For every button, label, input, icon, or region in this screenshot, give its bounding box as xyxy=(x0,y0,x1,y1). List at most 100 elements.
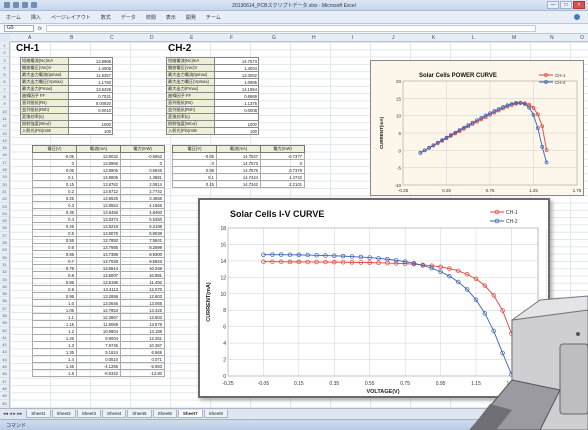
row-header[interactable]: 41 xyxy=(0,334,9,342)
data-cell[interactable]: 4.1566 xyxy=(120,201,165,209)
row-header[interactable]: 2 xyxy=(0,49,9,57)
row-header[interactable]: 17 xyxy=(0,159,9,167)
row-header[interactable]: 16 xyxy=(0,151,9,159)
data-cell[interactable]: 0.7379 xyxy=(260,166,305,174)
row-header[interactable]: 43 xyxy=(0,348,9,356)
parameter-label[interactable]: 照射強度(W/㎡) xyxy=(20,120,69,128)
row-header[interactable]: 28 xyxy=(0,239,9,247)
data-cell[interactable]: 11.8069 xyxy=(76,320,121,328)
data-cell[interactable]: 0.55 xyxy=(32,236,77,244)
column-header[interactable]: B xyxy=(70,35,73,41)
column-header[interactable]: F xyxy=(230,35,233,41)
column-header[interactable]: H xyxy=(312,35,316,41)
row-header[interactable]: 7 xyxy=(0,86,9,94)
data-cell[interactable]: 3.4656 xyxy=(120,194,165,202)
data-cell[interactable]: 1.05 xyxy=(32,306,77,314)
parameter-label[interactable]: 最大出力(Pmax) xyxy=(166,85,215,93)
parameter-label[interactable]: 入射光(Pin)mW xyxy=(166,127,215,135)
data-cell[interactable]: -8.5342 xyxy=(76,369,121,377)
parameter-label[interactable]: 直列抵抗(Rs) xyxy=(20,99,69,107)
parameter-value[interactable]: 1000 xyxy=(214,120,259,128)
data-cell[interactable]: 1.4742 xyxy=(260,173,305,181)
parameter-label[interactable]: 短絡電流(Isc)mA xyxy=(166,57,215,65)
data-cell[interactable]: 0.7 xyxy=(32,257,77,265)
column-header[interactable]: A xyxy=(28,35,31,41)
ch2-parameter-table[interactable]: 短絡電流(Isc)mA 14.7573 開放電圧(Voc)V 1.4004 最大出力電流… xyxy=(166,57,259,135)
sheet-tab[interactable]: Sheet6 xyxy=(152,410,177,418)
row-header[interactable]: 3 xyxy=(0,57,9,64)
column-header[interactable]: N xyxy=(550,35,554,41)
data-cell[interactable]: 1.3 xyxy=(32,341,77,349)
data-cell[interactable]: 13.8712 xyxy=(76,187,121,195)
data-cell[interactable]: 9.8004 xyxy=(76,334,121,342)
data-cell[interactable]: 0.3 xyxy=(32,201,77,209)
data-cell[interactable]: 13.5196 xyxy=(76,278,121,286)
data-cell[interactable]: 0.25 xyxy=(32,194,77,202)
row-header[interactable]: 40 xyxy=(0,327,9,334)
data-cell[interactable]: 0 xyxy=(260,159,305,167)
sheet-tab[interactable]: Sheet3 xyxy=(76,410,102,418)
column-header[interactable]: G xyxy=(272,35,276,41)
data-cell[interactable]: 7.9745 xyxy=(76,341,121,349)
sheet-tab[interactable]: Sheet8 xyxy=(203,410,228,418)
data-cell[interactable]: 6.969 xyxy=(120,348,165,356)
column-header[interactable]: O xyxy=(580,35,584,41)
column-header[interactable]: K xyxy=(432,35,435,41)
data-cell[interactable]: 0.85 xyxy=(32,278,77,286)
data-cell[interactable]: 2.0814 xyxy=(120,180,165,188)
data-cell[interactable]: 5.1624 xyxy=(76,348,121,356)
row-header[interactable]: 47 xyxy=(0,378,9,385)
sheet-nav-arrows-icon[interactable]: ◂◂ ◂ ▸ ▸▸ xyxy=(3,411,22,417)
data-column-header[interactable]: 電圧(V) xyxy=(172,145,217,153)
data-cell[interactable]: 14.7573 xyxy=(216,159,261,167)
row-header[interactable]: 4 xyxy=(0,64,9,72)
parameter-label[interactable]: 最大出力電圧(Vpmax) xyxy=(20,78,69,86)
parameter-value[interactable]: 1.1375 xyxy=(214,99,259,107)
parameter-label[interactable]: 変換効率(η) xyxy=(20,113,69,121)
data-cell[interactable]: 13.8905 xyxy=(76,166,121,174)
row-header[interactable]: 38 xyxy=(0,312,9,320)
data-cell[interactable]: 0.75 xyxy=(32,264,77,272)
parameter-value[interactable]: 100 xyxy=(214,127,259,135)
ribbon-tab[interactable]: 数式 xyxy=(101,14,111,21)
data-cell[interactable]: 0.05 xyxy=(172,166,217,174)
ribbon-tab[interactable]: データ xyxy=(121,14,136,21)
column-header[interactable]: I xyxy=(352,35,353,41)
row-header[interactable]: 44 xyxy=(0,356,9,364)
data-cell[interactable]: 13.8762 xyxy=(76,180,121,188)
parameter-value[interactable]: 13.3052 xyxy=(214,71,259,79)
data-cell[interactable]: 13.8076 xyxy=(76,229,121,237)
ribbon-tab[interactable]: ホーム xyxy=(6,14,21,21)
data-cell[interactable]: 0.95 xyxy=(32,292,77,300)
row-header[interactable]: 25 xyxy=(0,217,9,225)
row-header[interactable]: 50 xyxy=(0,400,9,407)
ch2-data-table[interactable]: 電圧(V) 電流(mA) 電力(mW) -0.05 14.7547 -0.7377 0 14.… xyxy=(172,145,305,188)
column-header[interactable]: L xyxy=(472,35,475,41)
data-cell[interactable]: 13.0646 xyxy=(76,299,121,307)
row-header[interactable]: 32 xyxy=(0,268,9,276)
parameter-label[interactable]: 入射光(Pin)mW xyxy=(20,127,69,135)
row-header[interactable]: 37 xyxy=(0,305,9,312)
data-cell[interactable]: 0.8 xyxy=(32,271,77,279)
row-header[interactable]: 39 xyxy=(0,319,9,327)
data-cell[interactable]: 13.9032 xyxy=(76,152,121,160)
ch1-data-table[interactable]: 電圧(V) 電流(mA) 電力(mW) -0.05 13.9032 -0.6952 0 13.… xyxy=(32,145,165,377)
data-cell[interactable]: 0.4 xyxy=(32,215,77,223)
data-column-header[interactable]: 電圧(V) xyxy=(32,145,77,153)
parameter-value[interactable] xyxy=(214,113,259,121)
data-cell[interactable]: 1.45 xyxy=(32,362,77,370)
sheet-tab[interactable]: Sheet5 xyxy=(127,410,152,418)
data-cell[interactable]: 13.8966 xyxy=(76,159,121,167)
data-cell[interactable]: 4.8460 xyxy=(120,208,165,216)
parameter-label[interactable]: 短絡電流(Isc)mA xyxy=(20,57,69,65)
data-cell[interactable]: 1.4 xyxy=(32,355,77,363)
data-cell[interactable]: 7.5841 xyxy=(120,236,165,244)
data-cell[interactable]: 13.8458 xyxy=(76,208,121,216)
parameter-label[interactable]: 曲線因子 FF xyxy=(20,92,69,100)
data-cell[interactable]: 5.5350 xyxy=(120,215,165,223)
parameter-value[interactable]: 0.0010 xyxy=(68,106,113,114)
data-cell[interactable]: 0 xyxy=(120,159,165,167)
sheet-tab[interactable]: Sheet2 xyxy=(51,410,76,418)
parameter-label[interactable]: 照射強度(W/㎡) xyxy=(166,120,215,128)
data-cell[interactable]: 12.070 xyxy=(120,285,165,293)
